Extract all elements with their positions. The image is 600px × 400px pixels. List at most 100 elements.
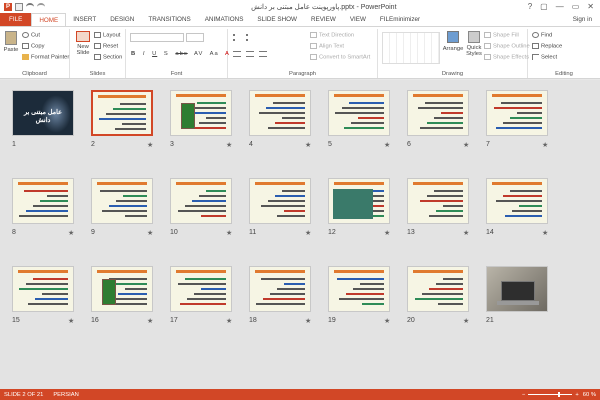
tab-animations[interactable]: ANIMATIONS bbox=[198, 13, 251, 26]
find-button[interactable]: Find bbox=[532, 32, 552, 39]
tab-transitions[interactable]: TRANSITIONS bbox=[141, 13, 197, 26]
undo-icon[interactable] bbox=[26, 2, 34, 11]
zoom-out-button[interactable]: − bbox=[522, 392, 525, 398]
animation-star-icon[interactable]: ★ bbox=[68, 317, 74, 325]
reset-button[interactable]: Reset bbox=[94, 43, 118, 50]
align-right-icon[interactable] bbox=[259, 51, 267, 57]
close-button[interactable]: ✕ bbox=[587, 2, 594, 11]
select-button[interactable]: Select bbox=[532, 54, 557, 61]
slide-thumbnail-21[interactable] bbox=[486, 266, 548, 312]
text-direction-button[interactable]: Text Direction bbox=[310, 32, 354, 39]
slide-text-line bbox=[339, 298, 384, 300]
slide-thumbnail-2[interactable] bbox=[91, 90, 153, 136]
slide-thumbnail-17[interactable] bbox=[170, 266, 232, 312]
align-center-icon[interactable] bbox=[246, 51, 254, 57]
animation-star-icon[interactable]: ★ bbox=[147, 229, 153, 237]
underline-button[interactable]: U bbox=[152, 51, 157, 57]
maximize-button[interactable]: ▭ bbox=[572, 2, 580, 11]
cut-button[interactable]: Cut bbox=[22, 32, 40, 39]
animation-star-icon[interactable]: ★ bbox=[305, 317, 311, 325]
paste-button[interactable]: Paste bbox=[3, 31, 19, 53]
slide-thumbnail-13[interactable] bbox=[407, 178, 469, 224]
shape-fill-button[interactable]: Shape Fill bbox=[484, 32, 519, 39]
tab-home[interactable]: HOME bbox=[31, 13, 67, 26]
char-spacing-button[interactable]: AV bbox=[194, 51, 203, 57]
animation-star-icon[interactable]: ★ bbox=[384, 229, 390, 237]
shadow-button[interactable]: S bbox=[164, 51, 169, 57]
help-button[interactable]: ? bbox=[528, 2, 532, 11]
animation-star-icon[interactable]: ★ bbox=[226, 141, 232, 149]
zoom-level[interactable]: 60 % bbox=[583, 392, 596, 398]
tab-review[interactable]: REVIEW bbox=[304, 13, 343, 26]
animation-star-icon[interactable]: ★ bbox=[226, 317, 232, 325]
layout-button[interactable]: Layout bbox=[94, 32, 120, 39]
minimize-button[interactable]: — bbox=[556, 2, 564, 11]
shape-effects-button[interactable]: Shape Effects bbox=[484, 54, 529, 61]
new-slide-button[interactable]: New Slide bbox=[73, 31, 93, 56]
animation-star-icon[interactable]: ★ bbox=[147, 141, 153, 149]
copy-button[interactable]: Copy bbox=[22, 43, 45, 50]
tab-slide-show[interactable]: SLIDE SHOW bbox=[250, 13, 304, 26]
italic-button[interactable]: I bbox=[143, 51, 146, 57]
slide-thumbnail-3[interactable] bbox=[170, 90, 232, 136]
animation-star-icon[interactable]: ★ bbox=[384, 141, 390, 149]
change-case-button[interactable]: Aa bbox=[210, 51, 219, 57]
sign-in-link[interactable]: Sign in bbox=[565, 13, 600, 26]
slide-thumbnail-14[interactable] bbox=[486, 178, 548, 224]
section-button[interactable]: Section bbox=[94, 54, 122, 61]
language-indicator[interactable]: PERSIAN bbox=[53, 392, 78, 398]
slide-thumbnail-12[interactable] bbox=[328, 178, 390, 224]
align-left-icon[interactable] bbox=[233, 51, 241, 57]
animation-star-icon[interactable]: ★ bbox=[463, 141, 469, 149]
redo-icon[interactable] bbox=[37, 2, 45, 11]
slide-thumbnail-4[interactable] bbox=[249, 90, 311, 136]
align-text-button[interactable]: Align Text bbox=[310, 43, 344, 50]
zoom-slider[interactable] bbox=[528, 392, 573, 397]
shapes-gallery[interactable] bbox=[382, 32, 440, 64]
slide-thumbnail-6[interactable] bbox=[407, 90, 469, 136]
font-name-dropdown[interactable] bbox=[130, 33, 184, 42]
animation-star-icon[interactable]: ★ bbox=[226, 229, 232, 237]
tab-view[interactable]: VIEW bbox=[343, 13, 373, 26]
animation-star-icon[interactable]: ★ bbox=[463, 229, 469, 237]
slide-thumbnail-18[interactable] bbox=[249, 266, 311, 312]
animation-star-icon[interactable]: ★ bbox=[305, 141, 311, 149]
bullets-icon[interactable] bbox=[233, 34, 241, 41]
numbering-icon[interactable] bbox=[246, 34, 254, 41]
quick-styles-button[interactable]: Quick Styles bbox=[464, 31, 484, 57]
bold-button[interactable]: B bbox=[131, 51, 136, 57]
slide-thumbnail-5[interactable] bbox=[328, 90, 390, 136]
tab-insert[interactable]: INSERT bbox=[66, 13, 103, 26]
slide-thumbnail-8[interactable] bbox=[12, 178, 74, 224]
shape-outline-button[interactable]: Shape Outline bbox=[484, 43, 530, 50]
strikethrough-button[interactable]: abc bbox=[175, 51, 187, 57]
arrange-button[interactable]: Arrange bbox=[442, 31, 464, 52]
convert-smartart-button[interactable]: Convert to SmartArt bbox=[310, 54, 370, 61]
slide-thumbnail-15[interactable] bbox=[12, 266, 74, 312]
animation-star-icon[interactable]: ★ bbox=[147, 317, 153, 325]
slide-thumbnail-11[interactable] bbox=[249, 178, 311, 224]
slide-thumbnail-1[interactable]: عامل مبتنی بر دانش bbox=[12, 90, 74, 136]
tab-file[interactable]: FILE bbox=[0, 13, 32, 26]
animation-star-icon[interactable]: ★ bbox=[463, 317, 469, 325]
slide-thumbnail-16[interactable] bbox=[91, 266, 153, 312]
tab-design[interactable]: DESIGN bbox=[103, 13, 141, 26]
slide-thumbnail-9[interactable] bbox=[91, 178, 153, 224]
slide-thumbnail-10[interactable] bbox=[170, 178, 232, 224]
animation-star-icon[interactable]: ★ bbox=[542, 141, 548, 149]
tab-fileminimizer[interactable]: FILEminimizer bbox=[373, 13, 427, 26]
format-painter-button[interactable]: Format Painter bbox=[22, 54, 69, 61]
slide-thumbnail-20[interactable] bbox=[407, 266, 469, 312]
animation-star-icon[interactable]: ★ bbox=[542, 229, 548, 237]
font-size-dropdown[interactable] bbox=[186, 33, 204, 42]
animation-star-icon[interactable]: ★ bbox=[384, 317, 390, 325]
replace-button[interactable]: Replace bbox=[532, 43, 562, 50]
slide-thumbnail-7[interactable] bbox=[486, 90, 548, 136]
zoom-in-button[interactable]: + bbox=[575, 392, 578, 398]
slide-thumbnail-19[interactable] bbox=[328, 266, 390, 312]
save-icon[interactable] bbox=[15, 2, 23, 11]
animation-star-icon[interactable]: ★ bbox=[305, 229, 311, 237]
ribbon-display-button[interactable]: ▢ bbox=[540, 2, 548, 11]
animation-star-icon[interactable]: ★ bbox=[68, 229, 74, 237]
slide-text-line bbox=[42, 293, 68, 295]
